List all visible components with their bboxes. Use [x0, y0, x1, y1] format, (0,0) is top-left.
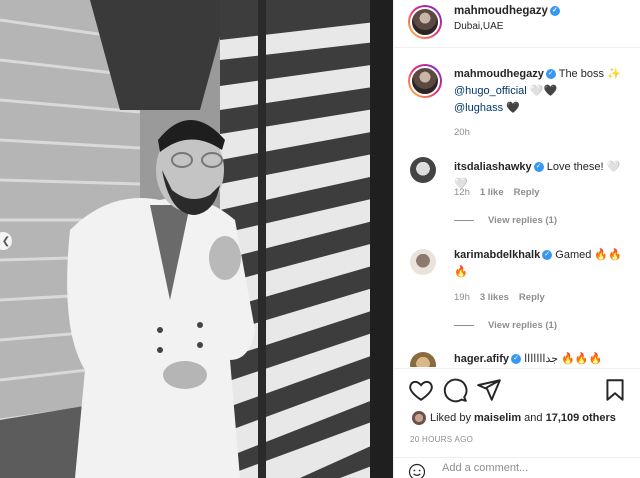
- comment-username[interactable]: karimabdelkhalk: [454, 249, 540, 261]
- post-header: mahmoudhegazy ✓ Dubai,UAE: [394, 0, 640, 48]
- comment-time: 12h: [454, 187, 470, 198]
- likes-middle: and: [521, 411, 546, 424]
- bookmark-icon[interactable]: [602, 377, 628, 403]
- add-comment-bar: [394, 457, 640, 478]
- comment-username[interactable]: hager.afify: [454, 353, 509, 365]
- verified-badge-icon: ✓: [542, 250, 553, 261]
- post-actions: Liked by maiselim and 17,109 others 20 H…: [394, 368, 640, 478]
- caption: mahmoudhegazy ✓ The boss ✨ @hugo_official…: [454, 66, 634, 117]
- comment-username[interactable]: itsdaliashawky: [454, 161, 532, 173]
- comment-meta: 19h 3 likes Reply: [454, 292, 545, 303]
- verified-badge-icon: ✓: [549, 5, 560, 16]
- caption-mention-hugo[interactable]: @hugo_official: [454, 85, 527, 97]
- heart-icon[interactable]: [408, 377, 434, 403]
- caption-mention-lughass[interactable]: @lughass: [454, 102, 503, 114]
- likes-count[interactable]: 17,109 others: [546, 412, 616, 424]
- reply-button[interactable]: Reply: [519, 292, 545, 303]
- share-icon[interactable]: [476, 377, 502, 403]
- caption-text: The boss ✨: [558, 68, 621, 80]
- verified-badge-icon: ✓: [545, 69, 556, 80]
- smile-icon[interactable]: [408, 463, 426, 478]
- caption-emoji: 🖤: [503, 102, 520, 114]
- comments-list[interactable]: mahmoudhegazy ✓ The boss ✨ @hugo_official…: [394, 49, 640, 367]
- verified-badge-icon: ✓: [533, 162, 544, 173]
- post-timestamp[interactable]: 20 HOURS AGO: [410, 435, 473, 444]
- comment-likes[interactable]: 3 likes: [480, 292, 509, 303]
- comment-avatar[interactable]: [410, 249, 436, 275]
- view-replies-label: View replies (1): [488, 320, 557, 331]
- chevron-left-icon: ❮: [1, 235, 11, 247]
- post-photo[interactable]: ❮: [0, 0, 393, 478]
- reply-button[interactable]: Reply: [514, 187, 540, 198]
- author-username[interactable]: mahmoudhegazy: [454, 5, 548, 17]
- comment-avatar[interactable]: [410, 352, 436, 367]
- comment-time: 19h: [454, 292, 470, 303]
- caption-time: 20h: [454, 127, 470, 138]
- liker-avatar: [412, 411, 426, 425]
- likes-prefix: Liked by: [430, 411, 475, 424]
- post-side-panel: mahmoudhegazy ✓ Dubai,UAE mahmoudhegazy ✓ …: [393, 0, 640, 478]
- comment-text: جدااااااا 🔥🔥🔥: [524, 353, 603, 365]
- caption-emoji: 🤍🖤: [526, 85, 558, 97]
- comment-item: karimabdelkhalk ✓ Gamed 🔥🔥 🔥: [454, 247, 634, 281]
- add-comment-input[interactable]: [442, 462, 622, 474]
- view-replies-button[interactable]: View replies (1): [454, 215, 557, 226]
- photo-image: [0, 0, 393, 478]
- comment-likes[interactable]: 1 like: [480, 187, 504, 198]
- comment-text-cont: 🔥: [454, 266, 468, 278]
- caption-avatar[interactable]: [408, 64, 442, 98]
- comment-item: hager.afify ✓ جدااااااا 🔥🔥🔥: [454, 351, 634, 367]
- liker-username[interactable]: maiselim: [474, 412, 521, 424]
- post-location[interactable]: Dubai,UAE: [454, 21, 503, 32]
- likes-summary: Liked by maiselim and 17,109 others: [412, 411, 616, 425]
- comment-text: Gamed 🔥🔥: [555, 249, 622, 261]
- author-avatar[interactable]: [408, 5, 442, 39]
- caption-username[interactable]: mahmoudhegazy: [454, 68, 544, 80]
- comment-meta: 12h 1 like Reply: [454, 187, 540, 198]
- view-replies-button[interactable]: View replies (1): [454, 320, 557, 331]
- view-replies-label: View replies (1): [488, 215, 557, 226]
- verified-badge-icon: ✓: [511, 354, 522, 365]
- comment-avatar[interactable]: [410, 157, 436, 183]
- comment-icon[interactable]: [442, 377, 468, 403]
